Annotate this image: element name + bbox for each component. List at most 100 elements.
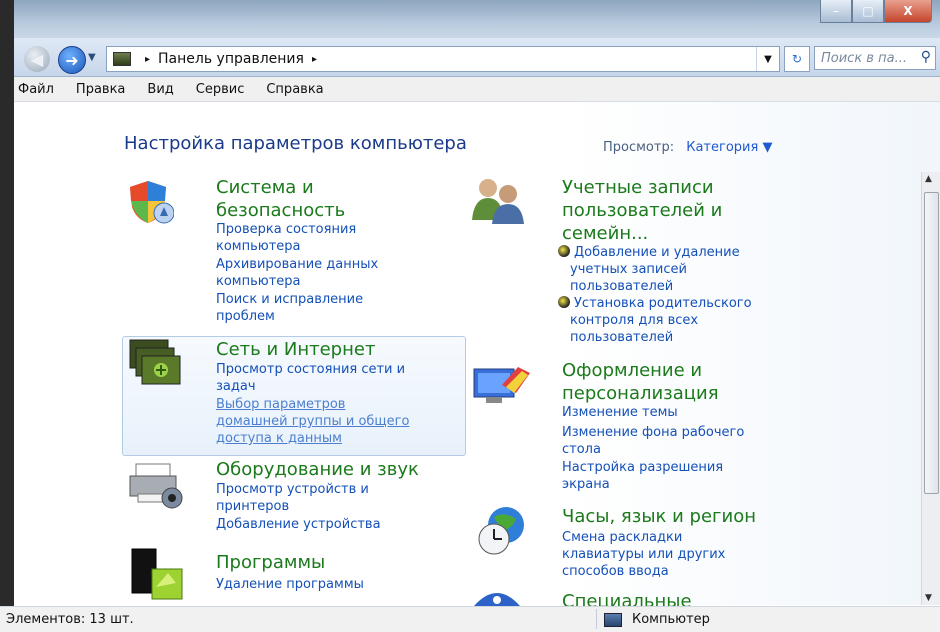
menu-help[interactable]: Справка [266, 82, 323, 97]
close-button[interactable]: X [884, 0, 932, 23]
category-title-line[interactable]: безопасность [216, 199, 345, 222]
category-title-line[interactable]: Программы [216, 551, 325, 574]
category-appearance[interactable]: Оформление и персонализация [562, 359, 719, 405]
menu-edit[interactable]: Правка [76, 82, 125, 97]
category-title-line[interactable]: Оборудование и звук [216, 458, 419, 481]
accessibility-icon [474, 593, 520, 606]
link-line[interactable]: Добавление устройства [216, 516, 381, 533]
breadcrumb-separator-2[interactable]: ▸ [312, 54, 317, 65]
admin-shield-icon [558, 245, 570, 257]
link-line[interactable]: Поиск и исправление [216, 291, 363, 308]
link-line[interactable]: Изменение фона рабочего [562, 424, 744, 441]
link-line[interactable]: способов ввода [562, 563, 725, 580]
category-title-line[interactable]: персонализация [562, 382, 719, 405]
link-line[interactable]: пользователей [558, 329, 752, 346]
recent-pages-dropdown-icon[interactable]: ▼ [88, 52, 96, 63]
minimize-button[interactable]: – [820, 0, 852, 23]
view-selector: Просмотр: Категория ▼ [603, 140, 772, 155]
title-bar: – □ X [0, 0, 940, 38]
link-line[interactable]: Выбор параметров [216, 396, 409, 413]
category-user-accounts[interactable]: Учетные записи пользователей и семейн... [562, 176, 722, 245]
category-title-line[interactable]: Сеть и Интернет [216, 338, 375, 361]
address-dropdown-icon[interactable]: ▼ [756, 47, 779, 71]
link-line[interactable]: задач [216, 378, 405, 395]
category-title-line[interactable]: пользователей и [562, 199, 722, 222]
link-line[interactable]: Просмотр состояния сети и [216, 361, 405, 378]
link-line[interactable]: экрана [562, 476, 723, 493]
link-line[interactable]: Изменение темы [562, 404, 678, 421]
breadcrumb-control-panel[interactable]: Панель управления [158, 51, 304, 67]
search-icon[interactable]: ⚲ [921, 49, 931, 65]
link-change-keyboard[interactable]: Смена раскладки клавиатуры или других сп… [562, 529, 725, 580]
category-accessibility[interactable]: Специальные [562, 590, 692, 606]
category-title-line[interactable]: Часы, язык и регион [562, 505, 756, 528]
link-troubleshoot[interactable]: Поиск и исправление проблем [216, 291, 363, 325]
link-line[interactable]: стола [562, 441, 744, 458]
security-shield-icon [130, 181, 174, 224]
scroll-up-icon[interactable]: ▲ [925, 174, 932, 184]
link-homegroup[interactable]: Выбор параметров домашней группы и общег… [216, 396, 409, 447]
link-line[interactable]: пользователей [558, 278, 740, 295]
category-title-line[interactable]: Система и [216, 176, 345, 199]
scroll-thumb[interactable] [924, 192, 939, 494]
view-value[interactable]: Категория [686, 140, 758, 155]
breadcrumb-separator[interactable]: ▸ [145, 54, 150, 65]
link-line[interactable]: принтеров [216, 498, 369, 515]
category-title-line[interactable]: Специальные [562, 590, 692, 606]
forward-button[interactable]: ➜ [58, 46, 86, 74]
link-check-status[interactable]: Проверка состояния компьютера [216, 221, 356, 255]
status-bar: Элементов: 13 шт. Компьютер [0, 606, 940, 632]
search-placeholder: Поиск в па... [821, 50, 907, 66]
search-input[interactable]: Поиск в па... ⚲ [814, 46, 936, 70]
link-line[interactable]: Проверка состояния [216, 221, 356, 238]
link-line[interactable]: Смена раскладки [562, 529, 725, 546]
link-line[interactable]: Просмотр устройств и [216, 481, 369, 498]
link-line[interactable]: клавиатуры или других [562, 546, 725, 563]
window-controls: – □ X [820, 0, 932, 23]
link-line[interactable]: Архивирование данных [216, 256, 378, 273]
menu-file[interactable]: Файл [18, 82, 54, 97]
link-change-theme[interactable]: Изменение темы [562, 404, 678, 421]
category-programs[interactable]: Программы [216, 551, 325, 574]
clock-globe-icon [478, 507, 524, 555]
computer-icon [604, 612, 622, 627]
link-backup[interactable]: Архивирование данных компьютера [216, 256, 378, 290]
link-line[interactable]: Удаление программы [216, 576, 364, 593]
link-uninstall-program[interactable]: Удаление программы [216, 576, 364, 593]
link-line[interactable]: Настройка разрешения [562, 459, 723, 476]
back-button[interactable]: ◀ [24, 46, 50, 72]
category-title-line[interactable]: семейн... [562, 222, 722, 245]
address-field[interactable]: ▸ Панель управления ▸ ▼ [106, 46, 780, 72]
link-line[interactable]: контроля для всех [558, 312, 752, 329]
category-clock-region[interactable]: Часы, язык и регион [562, 505, 756, 528]
refresh-button[interactable]: ↻ [784, 46, 810, 72]
address-bar: ◀ ➜ ▼ ▸ Панель управления ▸ ▼ ↻ Поиск в … [14, 38, 940, 77]
category-hardware-sound[interactable]: Оборудование и звук [216, 458, 419, 481]
link-line[interactable]: доступа к данным [216, 430, 409, 447]
link-add-device[interactable]: Добавление устройства [216, 516, 381, 533]
link-add-remove-accounts[interactable]: Добавление и удаление учетных записей по… [558, 244, 740, 295]
link-parental-controls[interactable]: Установка родительского контроля для все… [558, 295, 752, 346]
menu-view[interactable]: Вид [147, 82, 173, 97]
link-line[interactable]: компьютера [216, 273, 378, 290]
link-devices-printers[interactable]: Просмотр устройств и принтеров [216, 481, 369, 515]
category-title-line[interactable]: Учетные записи [562, 176, 722, 199]
scroll-down-icon[interactable]: ▼ [925, 593, 932, 603]
link-line[interactable]: компьютера [216, 238, 356, 255]
link-line[interactable]: Установка родительского [574, 296, 752, 311]
maximize-button[interactable]: □ [852, 0, 884, 23]
link-screen-resolution[interactable]: Настройка разрешения экрана [562, 459, 723, 493]
category-title-line[interactable]: Оформление и [562, 359, 719, 382]
category-system-security[interactable]: Система и безопасность [216, 176, 345, 222]
link-line[interactable]: проблем [216, 308, 363, 325]
category-network-internet[interactable]: Сеть и Интернет [216, 338, 375, 361]
link-network-status[interactable]: Просмотр состояния сети и задач [216, 361, 405, 395]
admin-shield-icon [558, 296, 570, 308]
link-line[interactable]: Добавление и удаление [574, 245, 740, 260]
vertical-scrollbar[interactable]: ▲ ▼ [921, 172, 940, 605]
link-line[interactable]: учетных записей [558, 261, 740, 278]
link-line[interactable]: домашней группы и общего [216, 413, 409, 430]
menu-tools[interactable]: Сервис [196, 82, 245, 97]
link-change-background[interactable]: Изменение фона рабочего стола [562, 424, 744, 458]
view-category-dropdown[interactable]: Категория ▼ [686, 140, 772, 155]
